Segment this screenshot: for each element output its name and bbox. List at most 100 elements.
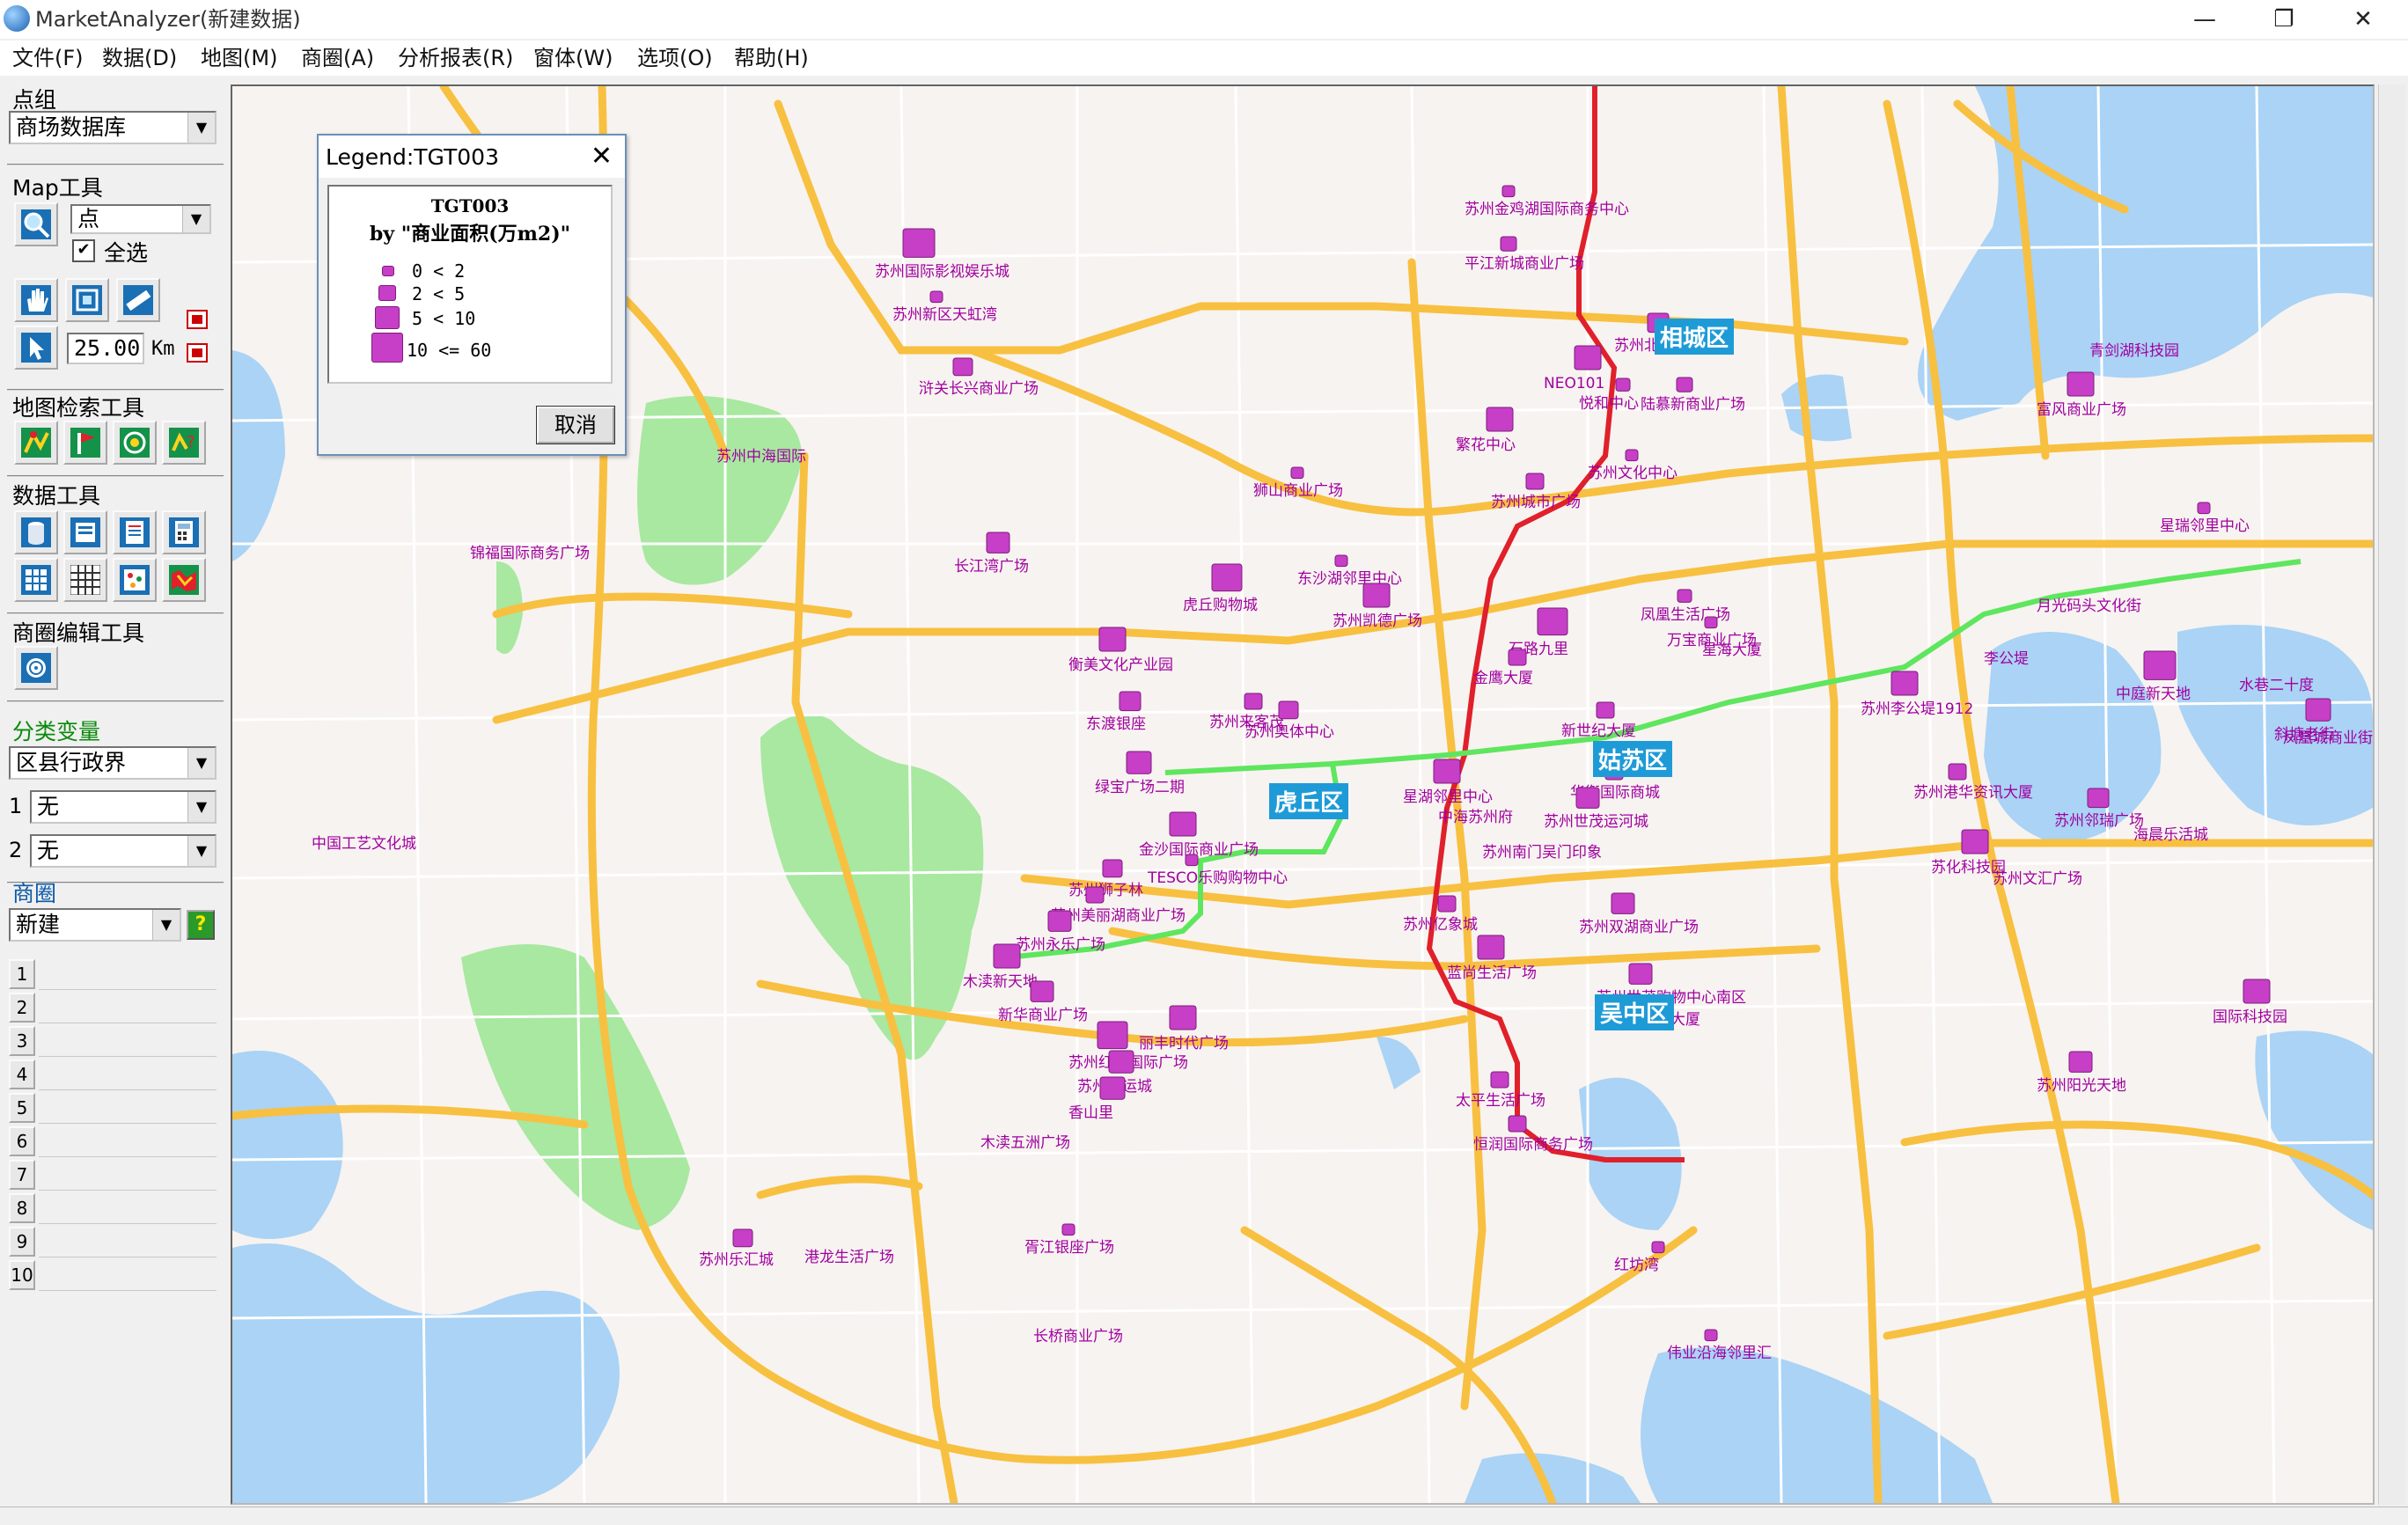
menu-data[interactable]: 数据(D) [102,44,177,72]
mall-icon[interactable] [1085,886,1105,904]
calculator-button[interactable] [162,510,206,554]
mall-icon[interactable] [1948,763,1967,781]
poi-marker[interactable]: 长江湾广场 [954,532,1029,576]
poi-marker[interactable]: 苏州双湖商业广场 [1579,892,1699,936]
mall-icon[interactable] [1169,1005,1197,1030]
poi-marker[interactable]: 星湖邻里中心 [1403,759,1493,806]
poi-marker[interactable]: 伟业沿海邻里汇 [1667,1329,1772,1362]
row-button[interactable]: 10 [9,1260,35,1290]
poi-marker[interactable]: 金沙国际商业广场 [1139,811,1259,859]
poi-marker[interactable]: 狮山商业广场 [1253,466,1343,500]
mall-icon[interactable] [1477,935,1505,960]
poi-marker[interactable]: 金鹰大厦 [1473,649,1533,687]
poi-marker[interactable]: 木渎五洲广场 [980,1134,1070,1152]
mall-icon[interactable] [952,357,973,377]
mall-icon[interactable] [1525,473,1545,490]
mall-icon[interactable] [1486,407,1514,432]
var2-select[interactable]: 无 ▼ [30,834,217,868]
mall-icon[interactable] [1108,1050,1134,1074]
menu-window[interactable]: 窗体(W) [533,44,613,72]
table-button[interactable] [14,558,58,602]
grid-button[interactable] [63,558,107,602]
mall-icon[interactable] [1362,583,1391,608]
poi-marker[interactable]: 丽丰时代广场 [1139,1005,1229,1052]
mall-icon[interactable] [1098,627,1127,652]
classification-select[interactable]: 区县行政界 ▼ [9,746,217,780]
poi-marker[interactable]: 凤凰城商业街 [2283,730,2373,747]
mall-icon[interactable] [1508,1115,1527,1133]
stop-icon[interactable] [187,310,208,329]
poi-marker[interactable]: 苏州金鸡湖国际商务中心 [1465,185,1629,218]
close-button[interactable]: ✕ [2324,0,2403,39]
district-label-huqiu[interactable]: 虎丘区 [1269,783,1349,819]
layer-select[interactable]: 点 ▼ [70,204,211,234]
ruler-button[interactable] [116,278,160,322]
mall-icon[interactable] [1615,378,1631,392]
select-all-checkbox[interactable]: ✔ [72,239,95,262]
mall-icon[interactable] [1508,649,1527,666]
mall-icon[interactable] [1097,1021,1128,1050]
menu-analysis-report[interactable]: 分析报表(R) [398,44,513,72]
mall-icon[interactable] [1611,892,1635,914]
poi-marker[interactable]: 星海大厦 [1702,642,1762,659]
chart-button[interactable] [113,558,157,602]
poi-marker[interactable]: 中海苏州府 [1438,809,1513,826]
mall-icon[interactable] [1676,377,1693,392]
mall-icon[interactable] [986,532,1010,554]
mall-icon[interactable] [1704,616,1718,629]
mall-icon[interactable] [1625,449,1639,462]
poi-marker[interactable]: 苏州文化中心 [1588,449,1678,482]
stop-icon[interactable] [187,343,208,363]
legend-dialog[interactable]: Legend:TGT003 ✕ TGT003 by "商业面积(万m2)" 0 … [317,134,627,456]
row-button[interactable]: 7 [9,1160,35,1190]
report-button[interactable] [113,510,157,554]
poi-marker[interactable]: 海晨乐活城 [2133,826,2208,844]
search-tool-3-button[interactable] [113,421,157,465]
mall-icon[interactable] [1290,466,1304,480]
mall-icon[interactable] [2197,502,2211,515]
poi-marker[interactable]: 苏州中海国际 [716,448,806,466]
poi-marker[interactable]: 东沙湖邻里中心 [1297,554,1402,588]
mall-icon[interactable] [1501,185,1516,198]
row-button[interactable]: 3 [9,1026,35,1056]
mall-icon[interactable] [1961,829,1989,854]
mall-icon[interactable] [902,228,936,258]
mall-icon[interactable] [1537,607,1568,636]
help-icon[interactable]: ? [187,910,215,940]
mall-icon[interactable] [1119,691,1142,712]
poi-marker[interactable]: 蓝尚生活广场 [1447,935,1537,982]
mall-icon[interactable] [1061,1223,1076,1236]
poi-marker[interactable]: 平江新城商业广场 [1465,236,1584,273]
search-tool-1-button[interactable] [14,421,58,465]
mall-icon[interactable] [1244,693,1263,710]
poi-marker[interactable]: 水巷二十度 [2239,677,2314,694]
poi-marker[interactable]: 苏州文汇广场 [1993,870,2082,888]
mall-icon[interactable] [1278,700,1299,720]
menu-file[interactable]: 文件(F) [12,44,84,72]
district-label-xiangcheng[interactable]: 相城区 [1655,319,1735,355]
mall-icon[interactable] [1490,1071,1509,1089]
poi-marker[interactable]: 陆慕新商业广场 [1641,377,1745,414]
mall-icon[interactable] [1099,1076,1126,1100]
mall-icon[interactable] [1211,563,1243,592]
mall-icon[interactable] [1334,554,1348,568]
poi-marker[interactable]: 苏州新区天虹湾 [892,290,997,324]
mall-icon[interactable] [1628,963,1653,985]
vertical-scrollbar[interactable] [2378,84,2405,1505]
mall-icon[interactable] [1047,910,1072,932]
mall-icon[interactable] [1596,701,1615,719]
restore-button[interactable]: ❐ [2244,0,2324,39]
poi-marker[interactable]: 苏州南门吴门印象 [1482,844,1602,861]
mall-icon[interactable] [1704,1329,1718,1342]
cancel-button[interactable]: 取消 [536,406,615,444]
poi-marker[interactable]: 苏州凯德广场 [1332,583,1422,630]
row-button[interactable]: 4 [9,1059,35,1089]
poi-marker[interactable]: 星瑞邻里中心 [2160,502,2250,535]
mall-icon[interactable] [1030,980,1054,1002]
mall-icon[interactable] [1185,854,1199,867]
row-button[interactable]: 1 [9,959,35,989]
select-pointer-button[interactable] [14,326,58,370]
district-label-wuzhong[interactable]: 吴中区 [1595,994,1675,1030]
mall-icon[interactable] [1437,895,1457,913]
map-analysis-button[interactable] [162,558,206,602]
